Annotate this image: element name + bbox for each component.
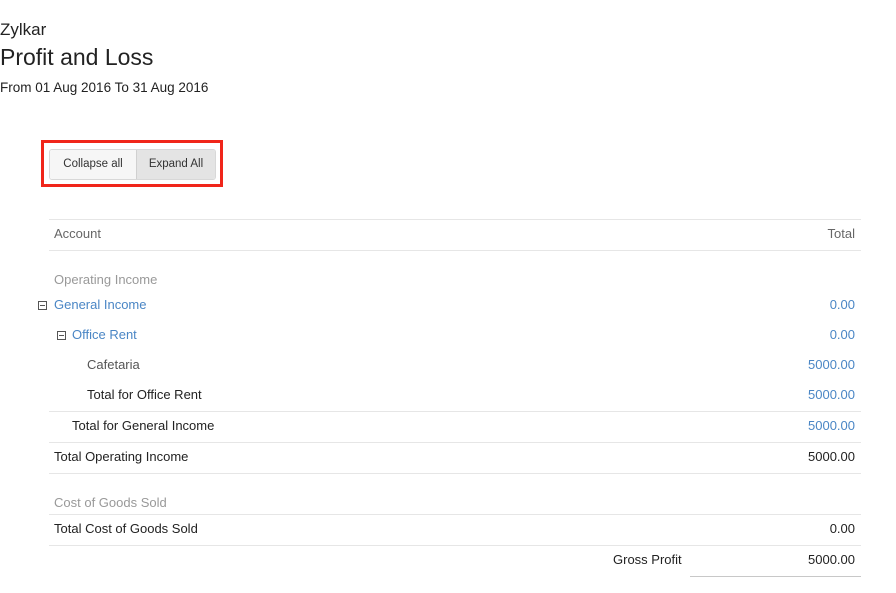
expand-all-button[interactable]: Expand All xyxy=(136,150,215,179)
table-row-general-income[interactable]: General Income 0.00 xyxy=(38,290,861,320)
account-label: Cafetaria xyxy=(87,357,140,372)
table-header-row: Account Total xyxy=(49,219,861,249)
subtotal-label: Total for Office Rent xyxy=(87,387,202,402)
subtotal-value[interactable]: 5000.00 xyxy=(808,380,855,410)
gross-profit-row: Gross Profit 5000.00 xyxy=(49,545,861,575)
subtotal-label: Total for General Income xyxy=(72,418,215,433)
table-row-total-operating-income: Total Operating Income 5000.00 xyxy=(49,442,861,472)
divider xyxy=(49,250,861,251)
table-row-total-cogs: Total Cost of Goods Sold 0.00 xyxy=(49,514,861,544)
gross-profit-value: 5000.00 xyxy=(808,552,855,567)
gross-profit-underline xyxy=(690,576,861,577)
total-column-header: Total xyxy=(827,226,855,241)
divider xyxy=(49,473,861,474)
table-row-total-general-income: Total for General Income 5000.00 xyxy=(49,411,861,441)
account-total[interactable]: 0.00 xyxy=(830,320,855,350)
account-link[interactable]: Office Rent xyxy=(72,320,137,350)
account-column-header: Account xyxy=(54,226,101,241)
subtotal-value[interactable]: 5000.00 xyxy=(808,411,855,441)
account-link[interactable]: General Income xyxy=(54,290,147,320)
total-label: Total Cost of Goods Sold xyxy=(54,521,198,536)
organization-name: Zylkar xyxy=(0,20,47,39)
total-label: Total Operating Income xyxy=(54,449,189,464)
collapse-toggle-icon[interactable] xyxy=(57,331,66,340)
expand-collapse-group: Collapse all Expand All xyxy=(49,149,216,180)
total-value: 0.00 xyxy=(829,521,855,536)
account-total[interactable]: 0.00 xyxy=(830,290,855,320)
total-value: 5000.00 xyxy=(808,449,855,464)
table-row-total-office-rent: Total for Office Rent 5000.00 xyxy=(49,380,861,410)
date-range: From 01 Aug 2016 To 31 Aug 2016 xyxy=(0,80,209,95)
report-title: Profit and Loss xyxy=(0,44,154,70)
table-row-office-rent[interactable]: Office Rent 0.00 xyxy=(49,320,861,350)
table-row-cafetaria[interactable]: Cafetaria 5000.00 xyxy=(49,350,861,380)
collapse-all-button[interactable]: Collapse all xyxy=(50,150,136,179)
account-total[interactable]: 5000.00 xyxy=(808,350,855,380)
gross-profit-label: Gross Profit xyxy=(613,552,682,567)
collapse-toggle-icon[interactable] xyxy=(38,301,47,310)
